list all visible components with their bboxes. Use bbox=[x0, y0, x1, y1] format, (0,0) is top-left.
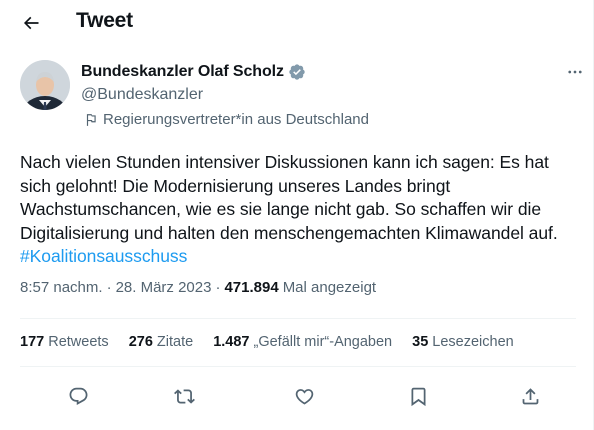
stat-label: Retweets bbox=[48, 334, 109, 350]
reply-icon bbox=[69, 387, 87, 405]
tweet-meta: 8:57 nachm. · 28. März 2023 · 471.894 Ma… bbox=[20, 279, 376, 296]
stat-label: Zitate bbox=[156, 334, 194, 350]
bookmarks-stat[interactable]: 35 Lesezeichen bbox=[412, 334, 514, 350]
government-label[interactable]: Regierungsvertreter*in aus Deutschland bbox=[84, 111, 369, 128]
meta-separator: · bbox=[215, 279, 221, 296]
quotes-stat[interactable]: 276 Zitate bbox=[129, 334, 194, 350]
arrow-left-icon bbox=[23, 16, 39, 30]
bookmark-button[interactable] bbox=[400, 378, 436, 414]
hashtag-link[interactable]: #Koalitionsausschuss bbox=[20, 246, 187, 266]
action-bar bbox=[0, 378, 594, 414]
divider bbox=[20, 318, 576, 319]
flag-icon bbox=[86, 113, 96, 126]
views-label: Mal angezeigt bbox=[282, 279, 377, 296]
tweet-detail-page: Tweet Bundeskanzler Olaf Scholz @Bundesk… bbox=[0, 0, 594, 430]
like-icon bbox=[295, 388, 313, 405]
tweet-text: Nach vielen Stunden intensiver Diskussio… bbox=[20, 151, 580, 269]
stat-label: „Gefällt mir“-Angaben bbox=[253, 334, 393, 350]
views-count: 471.894 bbox=[224, 279, 279, 296]
stat-count: 1.487 bbox=[213, 334, 250, 350]
verified-badge-icon[interactable] bbox=[288, 63, 306, 81]
likes-stat[interactable]: 1.487 „Gefällt mir“-Angaben bbox=[213, 334, 392, 350]
tweet-time[interactable]: 8:57 nachm. bbox=[20, 279, 103, 296]
top-bar: Tweet bbox=[0, 0, 594, 46]
share-icon bbox=[522, 387, 538, 404]
retweet-icon bbox=[173, 388, 195, 404]
retweet-button[interactable] bbox=[166, 378, 202, 414]
stat-count: 276 bbox=[128, 334, 153, 350]
page-title: Tweet bbox=[76, 9, 133, 32]
author-name[interactable]: Bundeskanzler Olaf Scholz bbox=[81, 63, 284, 81]
like-button[interactable] bbox=[286, 378, 322, 414]
avatar[interactable] bbox=[20, 60, 70, 110]
tweet-date[interactable]: 28. März 2023 bbox=[116, 279, 212, 296]
meta-separator: · bbox=[106, 279, 112, 296]
bookmark-icon bbox=[411, 387, 425, 406]
more-options-button[interactable] bbox=[563, 62, 587, 82]
more-icon bbox=[568, 70, 582, 74]
stat-label: Lesezeichen bbox=[432, 334, 514, 350]
stat-count: 35 bbox=[412, 334, 429, 350]
government-label-text: Regierungsvertreter*in aus Deutschland bbox=[103, 111, 369, 128]
divider bbox=[20, 366, 576, 367]
retweets-stat[interactable]: 177 Retweets bbox=[20, 334, 109, 350]
reply-button[interactable] bbox=[60, 378, 96, 414]
back-button[interactable] bbox=[16, 8, 46, 38]
author-handle[interactable]: @Bundeskanzler bbox=[81, 86, 203, 104]
tweet-body: Nach vielen Stunden intensiver Diskussio… bbox=[20, 152, 558, 243]
share-button[interactable] bbox=[512, 378, 548, 414]
stat-count: 177 bbox=[20, 334, 45, 350]
author-name-line: Bundeskanzler Olaf Scholz bbox=[81, 63, 306, 81]
engagement-stats: 177 Retweets 276 Zitate 1.487 „Gefällt m… bbox=[20, 334, 534, 350]
